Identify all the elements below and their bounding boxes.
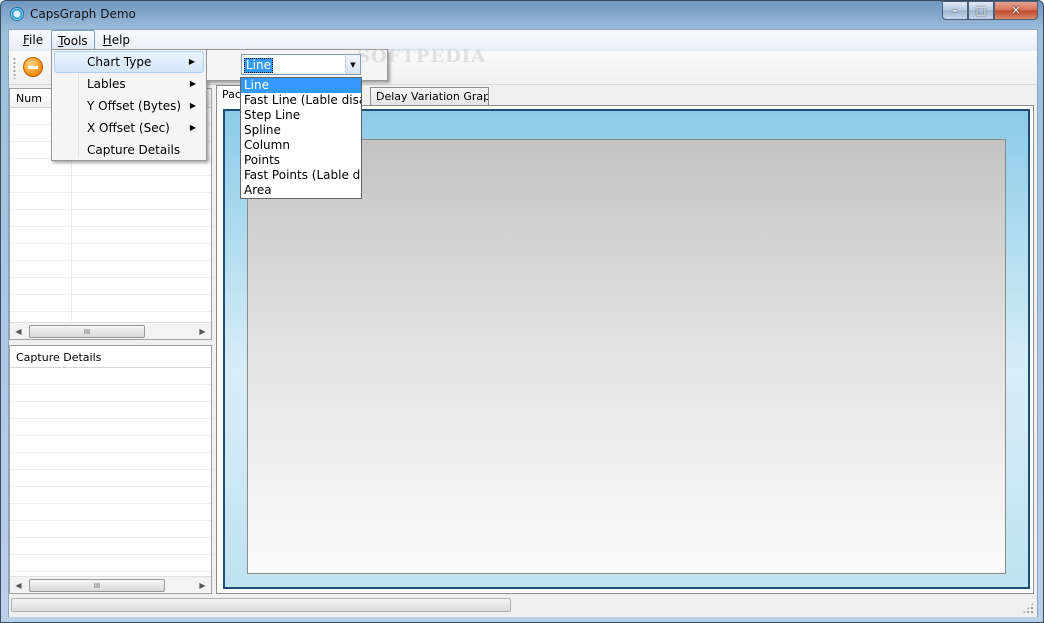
scroll-thumb[interactable]: III	[29, 325, 145, 338]
maximize-icon: □	[975, 4, 987, 17]
chart-plot-area[interactable]	[247, 139, 1006, 574]
maximize-button[interactable]: □	[968, 1, 994, 20]
progress-bar	[11, 598, 511, 612]
menu-item-label: Capture Details	[87, 143, 181, 157]
scroll-right-icon[interactable]: ▶	[194, 577, 211, 594]
capture-details-rows	[10, 368, 211, 575]
submenu-arrow-icon: ▶	[189, 123, 196, 132]
menu-tools-label: ools	[63, 34, 88, 48]
menu-item-label: Y Offset (Bytes)	[87, 99, 182, 113]
submenu-arrow-icon: ▶	[189, 79, 196, 88]
menu-file[interactable]: File	[17, 30, 49, 51]
option-column[interactable]: Column	[241, 138, 361, 153]
toolbar-grip[interactable]	[13, 57, 16, 79]
menu-item-y-offset[interactable]: Y Offset (Bytes) ▶	[54, 95, 204, 117]
minimize-button[interactable]: –	[942, 1, 968, 20]
option-fast-points[interactable]: Fast Points (Lable disa	[241, 168, 361, 183]
stop-circle-icon[interactable]	[23, 57, 43, 77]
menu-item-chart-type[interactable]: Chart Type ▶	[54, 51, 204, 73]
scroll-thumb[interactable]: III	[29, 579, 165, 592]
tools-menu: Chart Type ▶ Lables ▶ Y Offset (Bytes) ▶…	[51, 49, 207, 161]
menu-item-capture-details[interactable]: Capture Details	[54, 139, 204, 161]
menu-item-x-offset[interactable]: X Offset (Sec) ▶	[54, 117, 204, 139]
close-button[interactable]: ✕	[994, 1, 1038, 20]
title-bar[interactable]: CapsGraph Demo – □ ✕	[1, 1, 1043, 29]
menu-item-label: X Offset (Sec)	[87, 121, 170, 135]
option-area[interactable]: Area	[241, 183, 361, 198]
menu-item-label: Chart Type	[87, 55, 152, 69]
caption-buttons: – □ ✕	[942, 1, 1038, 20]
option-fast-line[interactable]: Fast Line (Lable disable	[241, 93, 361, 108]
menu-tools[interactable]: Tools	[51, 30, 95, 51]
menu-item-label: Lables	[87, 77, 126, 91]
option-spline[interactable]: Spline	[241, 123, 361, 138]
watermark: SOFTPEDIA	[357, 46, 487, 67]
status-bar	[9, 595, 1037, 617]
menu-help-accel: H	[102, 33, 112, 47]
app-icon	[10, 7, 24, 21]
minimize-icon: –	[952, 4, 958, 17]
submenu-arrow-icon: ▶	[188, 57, 195, 66]
capture-details-panel[interactable]: Capture Details ◀ III ▶	[9, 345, 212, 594]
menu-item-lables[interactable]: Lables ▶	[54, 73, 204, 95]
capture-hscrollbar[interactable]: ◀ III ▶	[10, 576, 211, 593]
tab-delay-variation-graph[interactable]: Delay Variation Graph	[370, 87, 489, 106]
menu-bar: File Tools Help	[9, 30, 1037, 51]
capture-details-header: Capture Details	[10, 346, 211, 368]
chart-type-dropdown-list: Line Fast Line (Lable disable Step Line …	[240, 77, 362, 199]
submenu-arrow-icon: ▶	[189, 101, 196, 110]
packets-hscrollbar[interactable]: ◀ III ▶	[10, 322, 211, 339]
scroll-left-icon[interactable]: ◀	[10, 323, 27, 340]
menu-help[interactable]: Help	[97, 30, 136, 51]
scroll-left-icon[interactable]: ◀	[10, 577, 27, 594]
close-icon: ✕	[1011, 4, 1021, 17]
chart-type-combobox[interactable]: Line ▼	[241, 54, 361, 75]
option-step-line[interactable]: Step Line	[241, 108, 361, 123]
resize-grip-icon[interactable]	[1022, 602, 1034, 614]
menu-file-label: ile	[29, 33, 44, 47]
option-line[interactable]: Line	[241, 78, 361, 93]
scroll-right-icon[interactable]: ▶	[194, 323, 211, 340]
option-points[interactable]: Points	[241, 153, 361, 168]
window-title: CapsGraph Demo	[30, 7, 136, 21]
chevron-down-icon[interactable]: ▼	[345, 55, 360, 74]
menu-help-label: elp	[111, 33, 131, 47]
combo-selected-value: Line	[244, 58, 274, 73]
